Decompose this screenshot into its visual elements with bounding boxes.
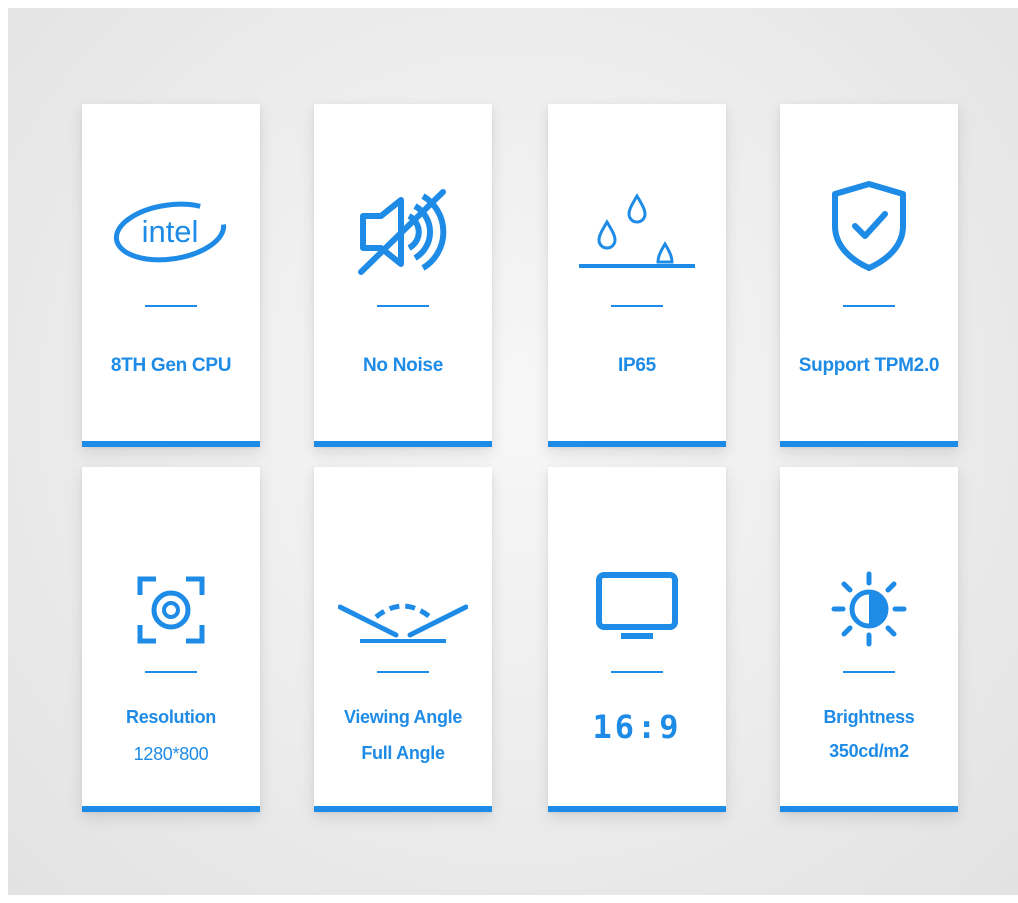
feature-card-viewing-angle: Viewing Angle Full Angle (314, 467, 492, 812)
divider (145, 671, 197, 673)
divider (843, 671, 895, 673)
shield-check-icon (780, 180, 958, 272)
card-accent-bar (82, 806, 260, 812)
card-accent-bar (780, 441, 958, 447)
card-accent-bar (548, 441, 726, 447)
aspect-ratio-value: 16:9 (592, 708, 682, 746)
brightness-sun-icon (780, 571, 958, 647)
muted-speaker-icon (314, 186, 492, 278)
feature-card-noise: No Noise (314, 104, 492, 447)
viewing-angle-icon (314, 587, 492, 647)
feature-label: No Noise (363, 355, 443, 376)
feature-label: Support TPM2.0 (798, 355, 940, 376)
card-accent-bar (82, 441, 260, 447)
card-accent-bar (314, 441, 492, 447)
feature-value: Full Angle (361, 743, 445, 763)
divider (611, 671, 663, 673)
monitor-icon (548, 571, 726, 643)
focus-lens-icon (82, 575, 260, 645)
feature-label: 8TH Gen CPU (110, 355, 232, 376)
feature-value: 1280*800 (133, 744, 209, 764)
divider (377, 671, 429, 673)
intel-logo-text: intel (142, 214, 199, 249)
feature-label: Resolution (126, 707, 216, 727)
feature-label: IP65 (618, 355, 656, 376)
water-drops-icon (548, 188, 726, 278)
feature-card-cpu: intel 8TH Gen CPU (82, 104, 260, 447)
feature-card-brightness: Brightness 350cd/m2 (780, 467, 958, 812)
divider (377, 305, 429, 307)
feature-label: Viewing Angle (343, 707, 463, 727)
feature-card-tpm: Support TPM2.0 (780, 104, 958, 447)
card-accent-bar (780, 806, 958, 812)
card-accent-bar (314, 806, 492, 812)
feature-card-resolution: Resolution 1280*800 (82, 467, 260, 812)
feature-card-aspect-ratio: 16:9 (548, 467, 726, 812)
feature-card-ip65: IP65 (548, 104, 726, 447)
divider (843, 305, 895, 307)
divider (611, 305, 663, 307)
intel-logo-icon: intel (82, 192, 260, 272)
feature-value: 350cd/m2 (829, 741, 909, 761)
card-accent-bar (548, 806, 726, 812)
divider (145, 305, 197, 307)
feature-label: Brightness (823, 707, 915, 727)
